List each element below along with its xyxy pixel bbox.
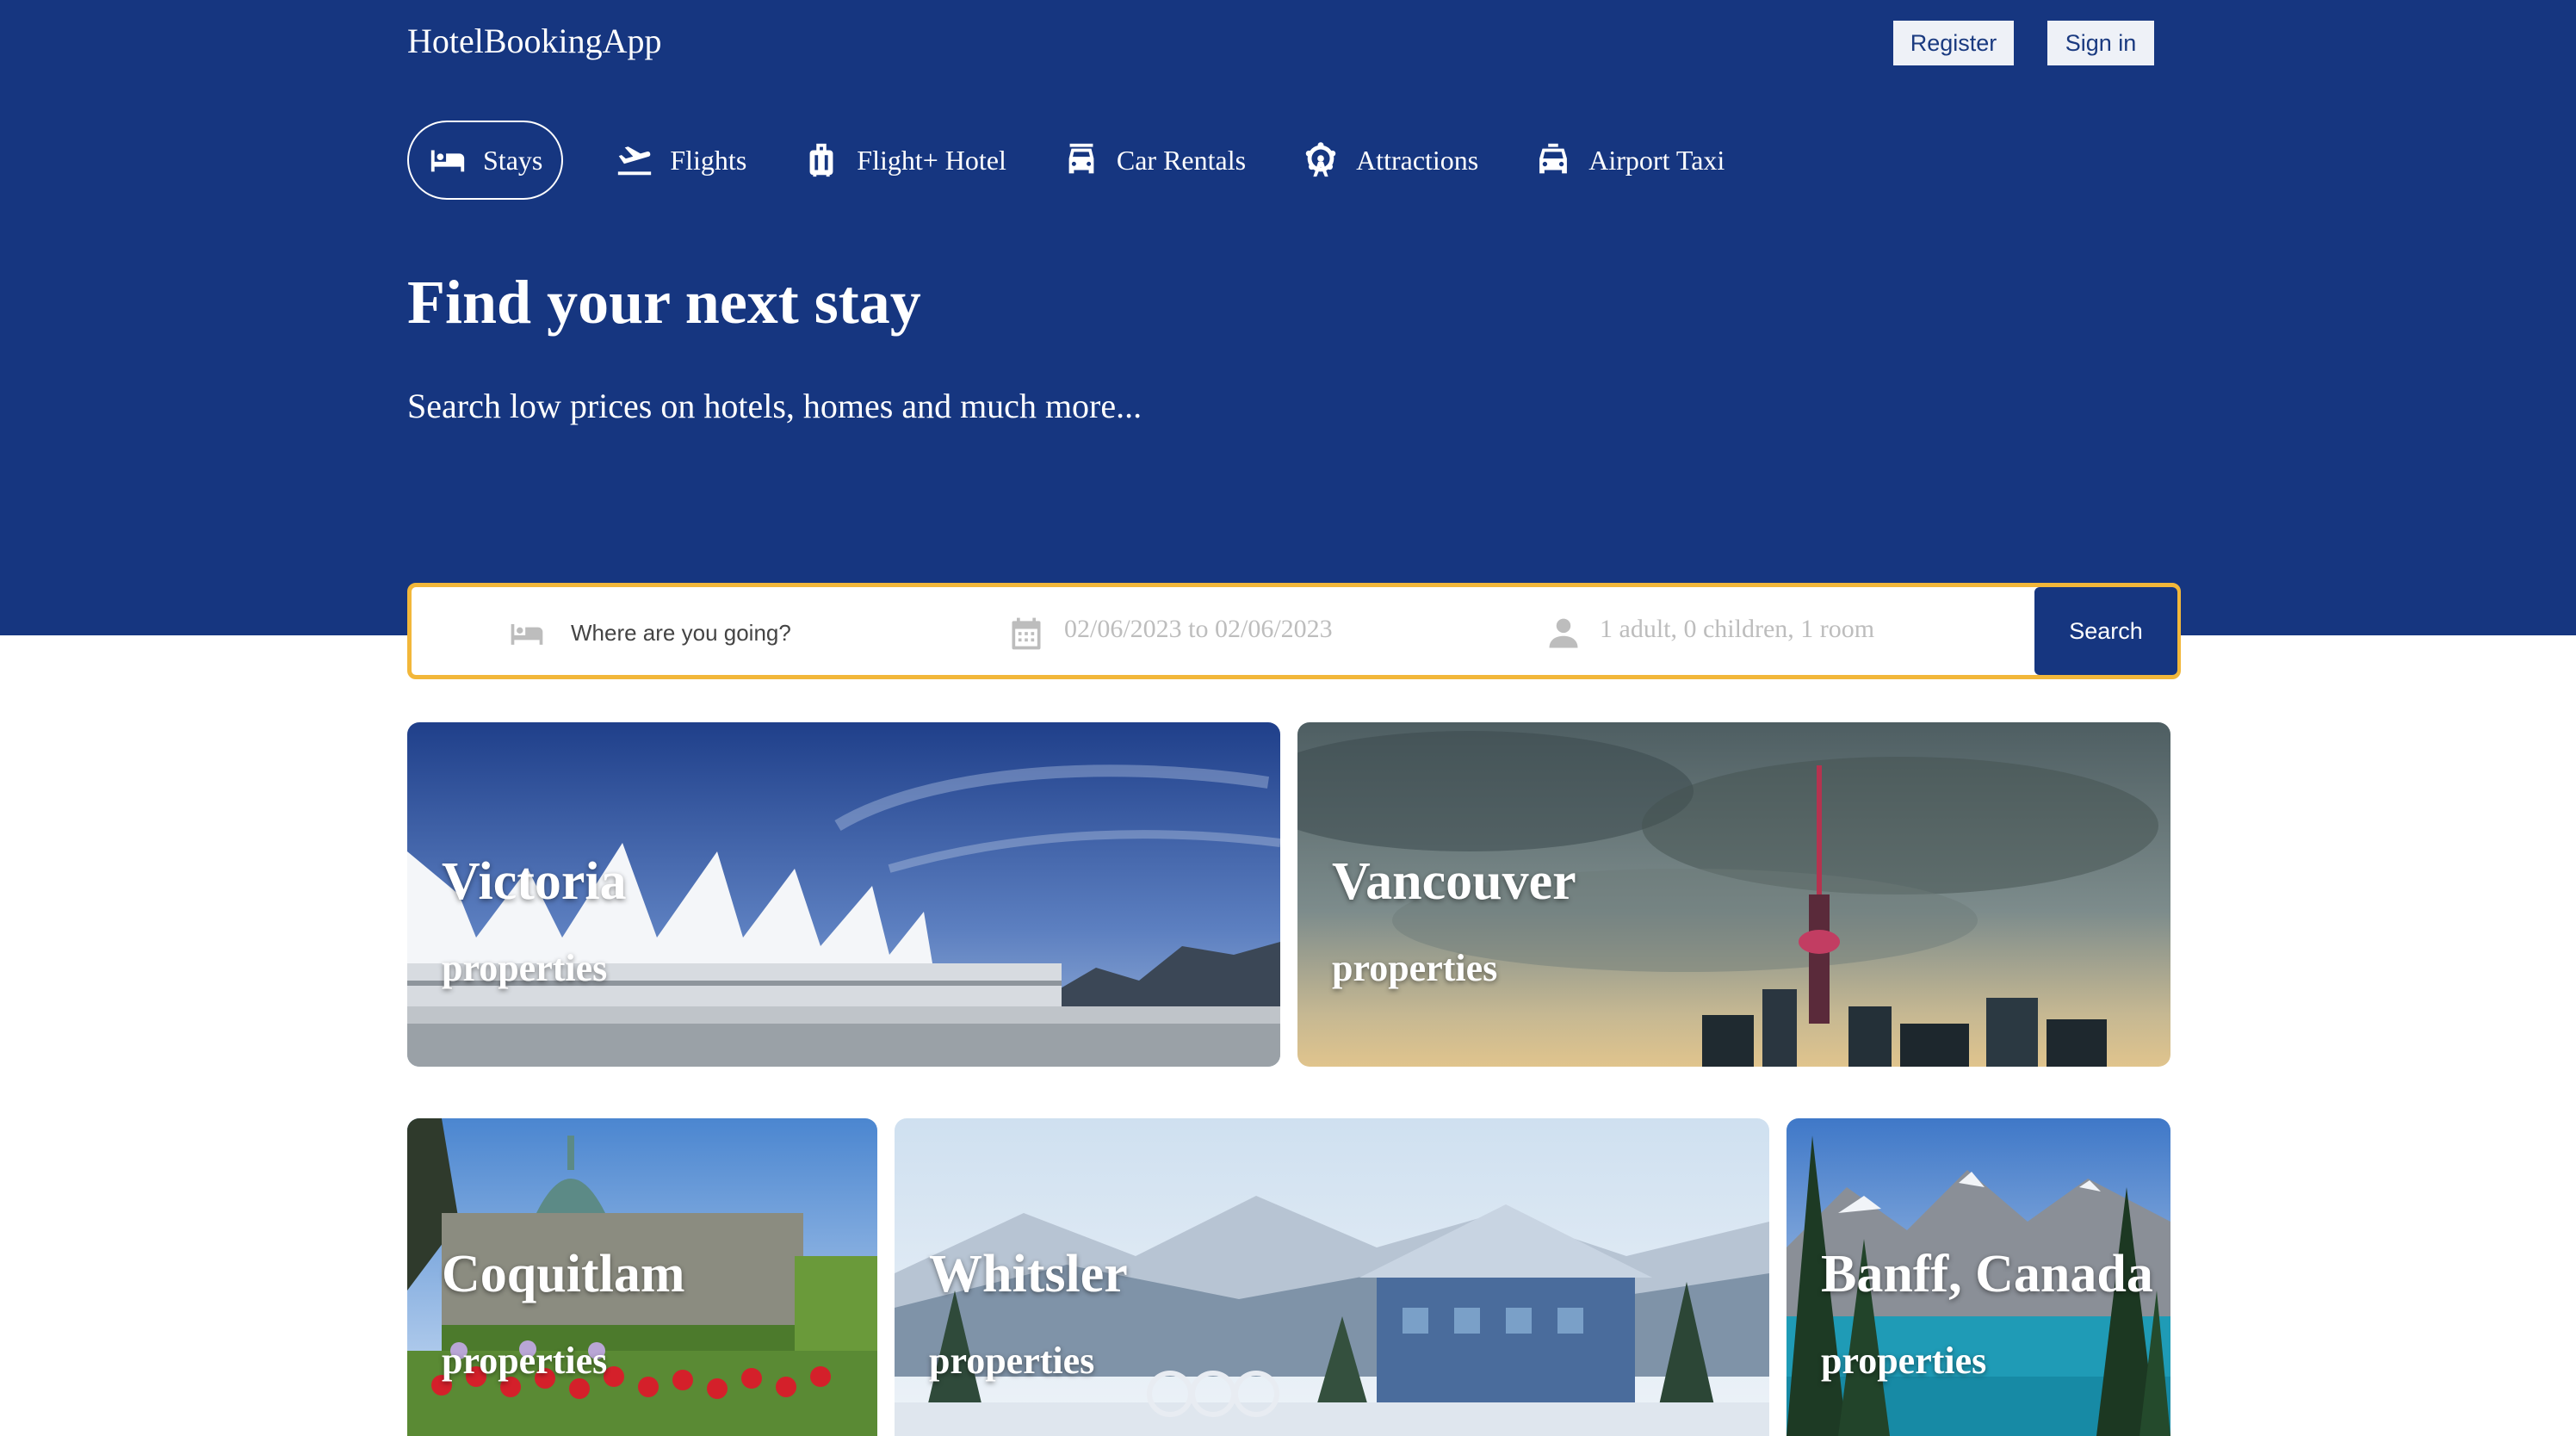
nav-car-rentals[interactable]: Car Rentals [1062, 121, 1246, 200]
destination-card-coquitlam[interactable]: Coquitlam properties [407, 1118, 877, 1436]
nav-label: Airport Taxi [1588, 144, 1725, 176]
card-subtitle: properties [442, 1340, 608, 1382]
nav-stays[interactable]: Stays [407, 121, 564, 200]
card-city: Coquitlam [442, 1245, 685, 1303]
destination-card-victoria[interactable]: Victoria properties [407, 722, 1280, 1067]
hero-banner [0, 0, 2576, 635]
nav-label: Stays [483, 144, 543, 176]
plane-icon [615, 140, 654, 180]
car-icon [1062, 140, 1101, 180]
bed-icon [508, 615, 546, 653]
card-subtitle: properties [442, 947, 608, 989]
calendar-icon [1007, 615, 1045, 653]
card-subtitle: properties [929, 1340, 1095, 1382]
guests-selector[interactable]: 1 adult, 0 children, 1 room [1600, 615, 1874, 644]
search-button[interactable]: Search [2034, 587, 2177, 675]
date-range-picker[interactable]: 02/06/2023 to 02/06/2023 [1064, 615, 1333, 644]
person-icon [1545, 615, 1582, 653]
nav-flights[interactable]: Flights [615, 121, 746, 200]
card-city: Banff, Canada [1821, 1245, 2153, 1303]
destination-card-banff[interactable]: Banff, Canada properties [1786, 1118, 2170, 1436]
main-nav: Stays Flights Flight+ Hotel Car Rentals … [407, 121, 1780, 200]
card-city: Whitsler [929, 1245, 1128, 1303]
luggage-icon [802, 140, 841, 180]
bed-icon [428, 140, 468, 180]
card-city: Vancouver [1332, 852, 1576, 911]
card-subtitle: properties [1821, 1340, 1987, 1382]
nav-label: Car Rentals [1116, 144, 1247, 176]
nav-flight-hotel[interactable]: Flight+ Hotel [802, 121, 1006, 200]
app-logo[interactable]: HotelBookingApp [407, 21, 662, 61]
destination-input[interactable] [569, 610, 934, 656]
destination-card-whistler[interactable]: Whitsler properties [895, 1118, 1769, 1436]
card-subtitle: properties [1332, 947, 1498, 989]
hero-title: Find your next stay [407, 268, 921, 337]
card-city: Victoria [442, 852, 627, 911]
hero-subtitle: Search low prices on hotels, homes and m… [407, 387, 1142, 425]
taxi-icon [1533, 140, 1573, 180]
nav-label: Attractions [1356, 144, 1479, 176]
sign-in-button[interactable]: Sign in [2047, 21, 2154, 65]
nav-airport-taxi[interactable]: Airport Taxi [1533, 121, 1725, 200]
ferris-wheel-icon [1301, 140, 1341, 180]
nav-label: Flights [670, 144, 747, 176]
register-button[interactable]: Register [1893, 21, 2014, 65]
search-bar: 02/06/2023 to 02/06/2023 1 adult, 0 chil… [407, 583, 2181, 679]
nav-label: Flight+ Hotel [857, 144, 1006, 176]
nav-attractions[interactable]: Attractions [1301, 121, 1478, 200]
destination-card-vancouver[interactable]: Vancouver properties [1297, 722, 2170, 1067]
